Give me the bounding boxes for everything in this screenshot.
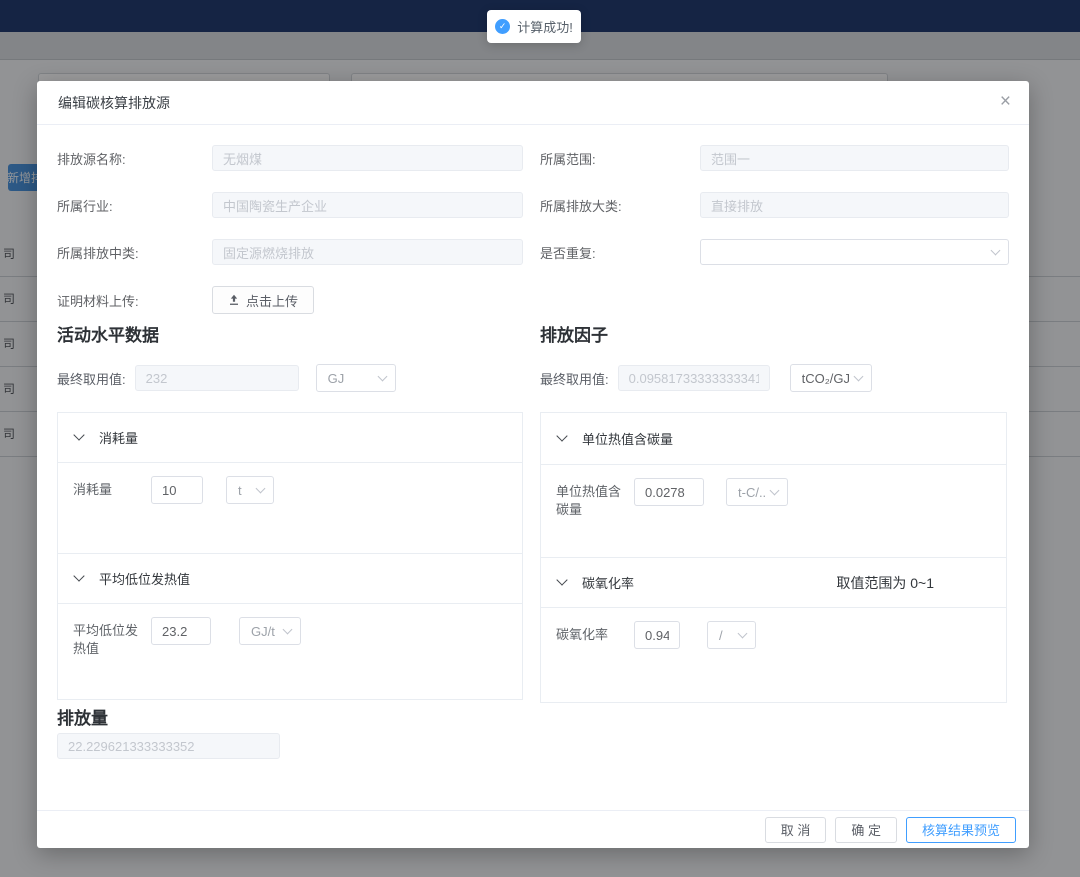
carbon-content-unit-value: t-C/... [738,485,765,500]
toast-message: 计算成功! [517,17,573,36]
chevron-down-icon [256,483,266,493]
mid-category-input [212,239,523,265]
panel-body-carbon-content: 单位热值含碳量 t-C/... [541,465,1006,558]
oxidation-rate-unit-value: / [719,628,733,643]
panel-body-consumption: 消耗量 t [58,463,522,554]
carbon-content-input[interactable] [634,478,704,506]
chevron-down-icon [377,371,387,381]
carbon-content-label: 单位热值含碳量 [556,478,626,519]
factor-section-title: 排放因子 [540,321,608,346]
oxidation-rate-label: 碳氧化率 [556,621,626,644]
form-row-2: 所属行业: 所属排放大类: [57,192,1009,218]
major-category-label: 所属排放大类: [540,196,700,215]
collapse-header-carbon-content[interactable]: 单位热值含碳量 [541,413,1006,465]
cancel-button[interactable]: 取 消 [765,817,827,843]
consumption-unit-select[interactable]: t [226,476,274,504]
activity-final-unit-select: GJ [316,364,396,392]
source-name-input [212,145,523,171]
factor-final-label: 最终取用值: [540,369,609,388]
mid-category-label: 所属排放中类: [57,243,212,262]
industry-input [212,192,523,218]
collapse-header-heat-value[interactable]: 平均低位发热值 [58,554,522,604]
edit-emission-source-dialog: 编辑碳核算排放源 × 排放源名称: 所属范围: 所属行业: 所属排放大类: 所属… [37,81,1029,848]
activity-final-unit-value: GJ [328,371,373,386]
consumption-unit-value: t [238,483,251,498]
activity-panels: 消耗量 消耗量 t 平均低位发热值 平均低位发热值 GJ/t [57,412,523,700]
chevron-down-icon [73,570,84,581]
chevron-down-icon [738,628,748,638]
chevron-down-icon [991,245,1001,255]
upload-label: 证明材料上传: [57,291,212,310]
oxidation-rate-input[interactable] [634,621,680,649]
oxidation-rate-unit-select[interactable]: / [707,621,756,649]
source-name-label: 排放源名称: [57,149,212,168]
heat-value-unit-value: GJ/t [251,624,278,639]
panel-body-oxidation-rate: 碳氧化率 / [541,608,1006,662]
form-row-3: 所属排放中类: 是否重复: [57,239,1009,265]
chevron-down-icon [283,624,293,634]
activity-final-label: 最终取用值: [57,369,126,388]
duplicate-label: 是否重复: [540,243,700,262]
factor-final-unit-value: tCO₂/GJ [802,371,849,386]
panel-title: 单位热值含碳量 [582,429,673,448]
activity-final-input [135,365,299,391]
panel-body-heat-value: 平均低位发热值 GJ/t [58,604,522,671]
consumption-label: 消耗量 [73,476,143,499]
toast-success: ✓ 计算成功! [487,10,581,43]
panel-title: 平均低位发热值 [99,569,190,588]
form-row-1: 排放源名称: 所属范围: [57,145,1009,171]
factor-final-input [618,365,770,391]
panel-title: 消耗量 [99,428,138,447]
confirm-button[interactable]: 确 定 [835,817,897,843]
emission-section-title: 排放量 [57,704,108,729]
emission-result-input [57,733,280,759]
chevron-down-icon [73,429,84,440]
chevron-down-icon [770,485,780,495]
consumption-input[interactable] [151,476,203,504]
chevron-down-icon [556,574,567,585]
factor-panels: 单位热值含碳量 单位热值含碳量 t-C/... 碳氧化率 取值范围为 0~1 碳… [540,412,1007,703]
major-category-input [700,192,1009,218]
oxidation-range-note: 取值范围为 0~1 [836,573,989,593]
upload-icon [228,294,240,306]
chevron-down-icon [556,430,567,441]
collapse-header-oxidation-rate[interactable]: 碳氧化率 取值范围为 0~1 [541,558,1006,608]
chevron-down-icon [853,371,863,381]
duplicate-select[interactable] [700,239,1009,265]
heat-value-input[interactable] [151,617,211,645]
result-preview-button[interactable]: 核算结果预览 [906,817,1016,843]
dialog-header: 编辑碳核算排放源 × [37,81,1029,125]
dialog-footer: 取 消 确 定 核算结果预览 [37,810,1029,848]
activity-section-title: 活动水平数据 [57,321,159,346]
factor-final-unit-select[interactable]: tCO₂/GJ [790,364,872,392]
carbon-content-unit-select[interactable]: t-C/... [726,478,788,506]
form-row-4: 证明材料上传: 点击上传 [57,286,1009,314]
close-icon[interactable]: × [1000,90,1011,114]
heat-value-label: 平均低位发热值 [73,617,143,658]
factor-final-row: 最终取用值: tCO₂/GJ [540,364,872,392]
collapse-header-consumption[interactable]: 消耗量 [58,413,522,463]
scope-input [700,145,1009,171]
heat-value-unit-select[interactable]: GJ/t [239,617,301,645]
activity-final-row: 最终取用值: GJ [57,364,396,392]
upload-button-label: 点击上传 [246,291,298,310]
panel-title: 碳氧化率 [582,573,634,592]
dialog-title: 编辑碳核算排放源 [58,81,170,125]
upload-button[interactable]: 点击上传 [212,286,314,314]
scope-label: 所属范围: [540,149,700,168]
success-check-icon: ✓ [495,19,510,34]
industry-label: 所属行业: [57,196,212,215]
